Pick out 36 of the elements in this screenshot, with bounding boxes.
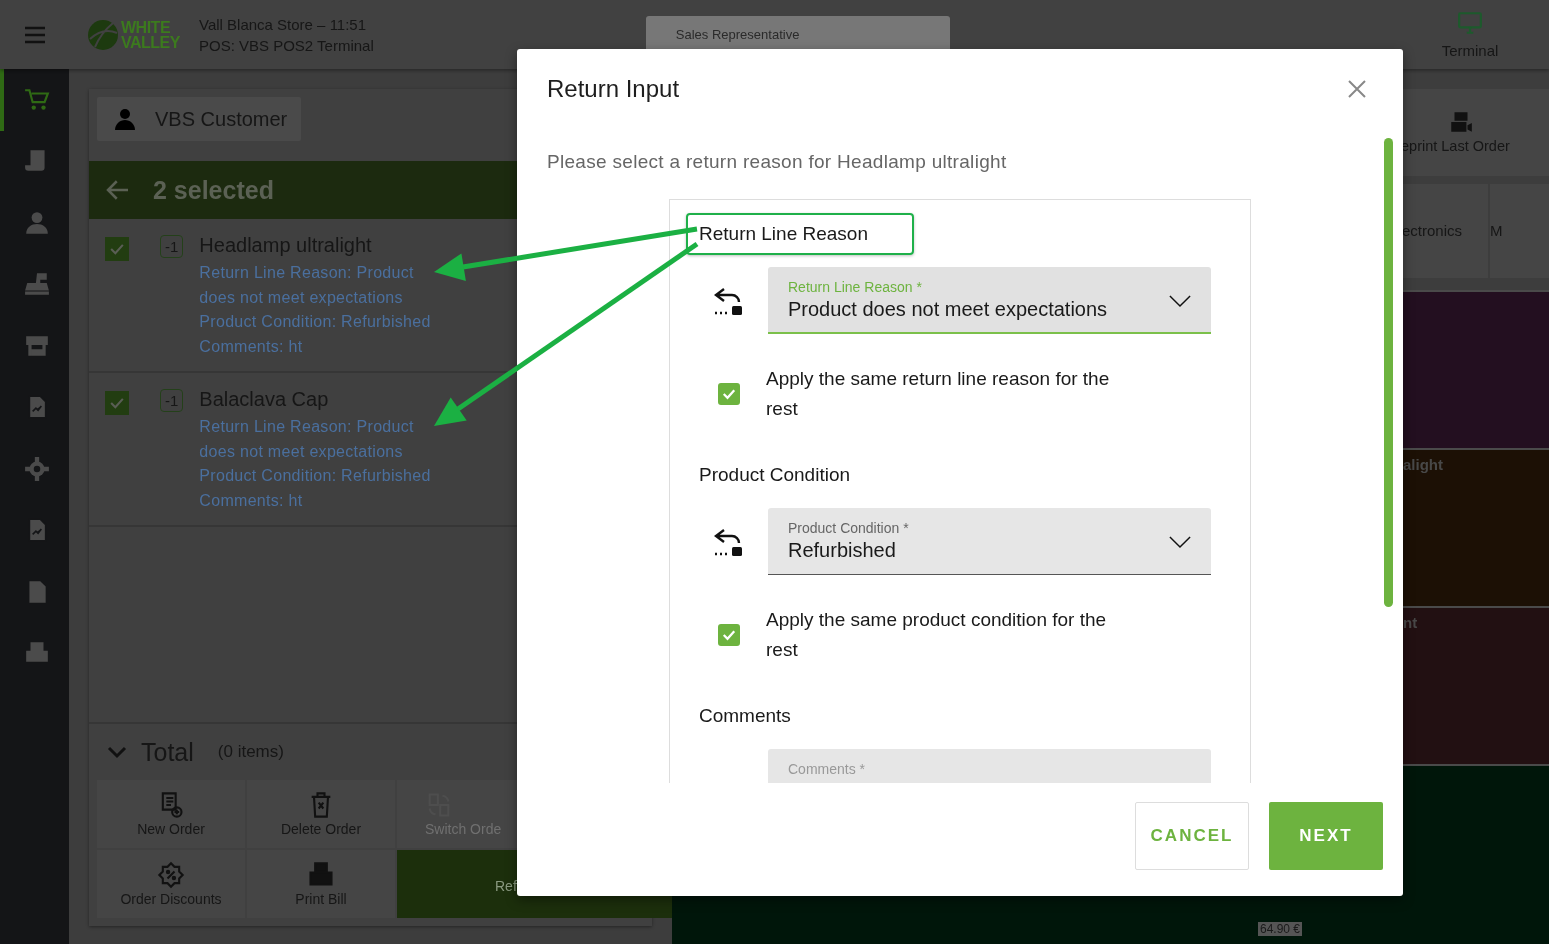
price-tag: 64.90 € [1258,922,1303,936]
checkbox[interactable] [718,624,740,646]
line-detail: Return Line Reason: Product does not meet expectations [199,263,415,308]
person-icon [113,107,137,131]
select-field[interactable]: Product Condition * Refurbished [768,508,1211,575]
cash-register-icon [23,271,50,298]
person-icon [23,209,50,236]
monitor-icon [1456,10,1484,36]
dialog-subtitle: Please select a return reason for Headlamp ultralight [547,151,1008,173]
cancel-button[interactable]: CANCEL [1135,802,1249,870]
section-heading: Product Condition [698,463,852,487]
discount-icon [157,861,185,889]
chevron-down-icon [1169,295,1191,308]
section-heading: Comments [698,704,792,728]
section-heading: Return Line Reason [686,213,914,255]
scrollbar[interactable] [1384,138,1393,607]
cart-icon [23,86,50,113]
logo-text: WHITE [121,19,172,35]
line-detail: Product Condition: Refurbished [199,466,432,486]
selection-count: 2 selected [153,175,274,205]
dialog-title: Return Input [547,75,680,103]
comments-field[interactable]: Comments * [768,749,1211,783]
checkbox[interactable] [105,391,129,415]
select-field[interactable]: Return Line Reason * Product does not meet expectations [768,267,1211,334]
chevron-down-icon [1169,536,1191,549]
line-detail: Comments: ht [199,336,304,357]
checkbox[interactable] [105,237,129,261]
line-detail: Return Line Reason: Product does not meet expectations [199,417,415,462]
checkbox-label: Apply the same product condition for the rest [766,608,1108,662]
line-detail: Product Condition: Refurbished [199,312,432,332]
checkbox-label: Apply the same return line reason for the rest [766,367,1111,421]
checkbox[interactable] [718,383,740,405]
line-detail: Comments: ht [199,490,304,511]
logo-text: VALLEY [121,34,180,50]
next-button[interactable]: NEXT [1269,802,1383,870]
logo-icon [87,18,119,51]
